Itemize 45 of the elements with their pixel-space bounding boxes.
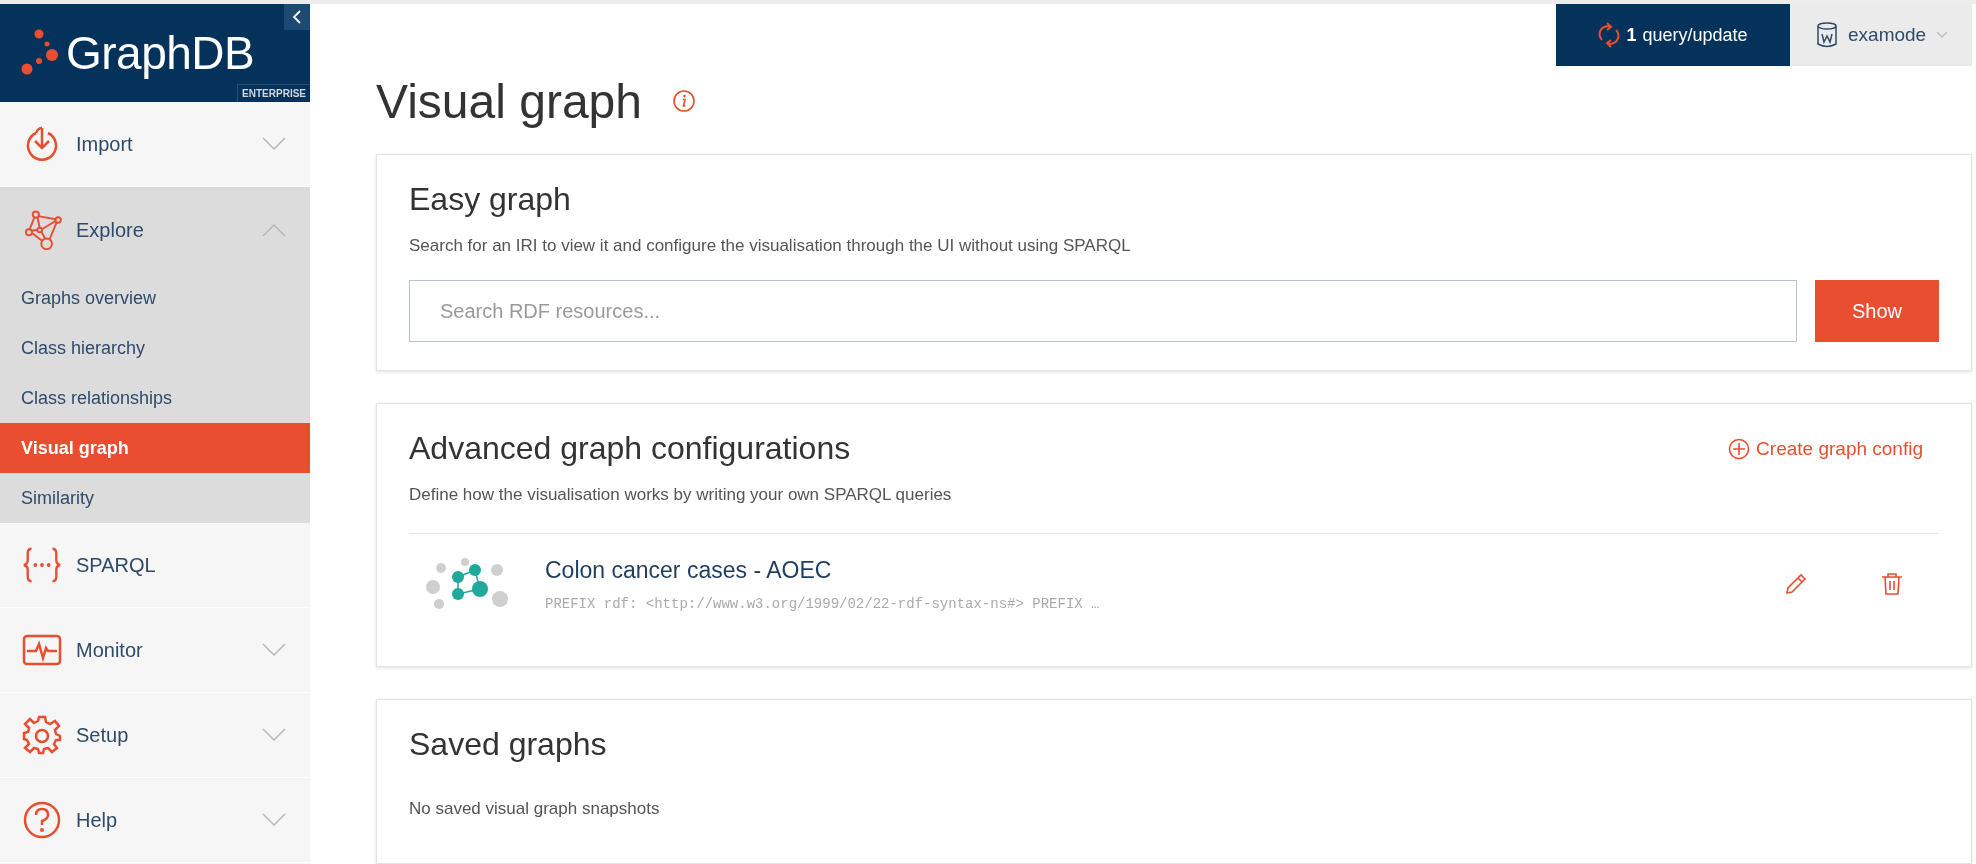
sidebar-item[interactable]: Setup [0, 693, 310, 778]
chevron-up-icon [262, 223, 286, 237]
help-icon [22, 800, 62, 840]
card-description: Define how the visualisation works by writing your own SPARQL queries [409, 485, 953, 505]
graph-thumbnail-icon [425, 556, 509, 612]
chevron-down-icon [262, 643, 286, 657]
braces-icon [22, 545, 62, 585]
sidebar-subitem[interactable]: Class hierarchy [0, 323, 310, 373]
info-icon[interactable] [671, 89, 696, 113]
page-title: Visual graph [376, 73, 642, 129]
card-description: Search for an IRI to view it and configure the visualisation through the UI without using SPARQL [409, 236, 1132, 256]
card-title: Easy graph [409, 181, 572, 218]
sidebar-subitem[interactable]: Visual graph [0, 423, 310, 473]
logo-text: GraphDB [66, 26, 255, 80]
sidebar-subitem[interactable]: Class relationships [0, 373, 310, 423]
sidebar-subitem[interactable]: Graphs overview [0, 273, 310, 323]
edition-label: ENTERPRISE [237, 84, 310, 102]
empty-message: No saved visual graph snapshots [409, 799, 661, 819]
config-query: PREFIX rdf: <http://www.w3.org/1999/02/22-rdf-syntax-ns#> PREFIX … [545, 595, 1101, 612]
operations-button[interactable]: 1 query/update [1556, 4, 1790, 66]
chevron-down-icon [262, 813, 286, 827]
sidebar-item[interactable]: Help [0, 778, 310, 863]
gear-icon [22, 715, 62, 755]
collapse-button[interactable] [284, 4, 310, 30]
search-field[interactable]: Search RDF resources... [409, 280, 1797, 342]
card-title: Saved graphs [409, 726, 608, 763]
plus-circle-icon [1728, 437, 1751, 460]
database-icon [1816, 22, 1838, 48]
delete-icon[interactable] [1879, 571, 1905, 597]
show-button[interactable]: Show [1815, 280, 1939, 342]
repository-selector[interactable]: examode [1790, 4, 1972, 66]
chevron-down-icon [262, 728, 286, 742]
create-config-link[interactable]: Create graph config [1728, 437, 1923, 460]
sidebar-item[interactable]: Explore [0, 187, 310, 273]
config-name[interactable]: Colon cancer cases - AOEC [545, 556, 1747, 584]
chevron-down-icon [1936, 31, 1949, 39]
chevron-down-icon [262, 137, 286, 151]
sidebar-item[interactable]: SPARQL [0, 523, 310, 608]
chevron-left-icon [292, 10, 302, 24]
edit-icon[interactable] [1783, 571, 1809, 597]
sidebar-subitem[interactable]: Similarity [0, 473, 310, 523]
network-icon [22, 210, 62, 250]
sync-icon [1598, 22, 1621, 48]
sidebar-item[interactable]: Monitor [0, 608, 310, 693]
card-title: Advanced graph configurations [409, 430, 851, 467]
